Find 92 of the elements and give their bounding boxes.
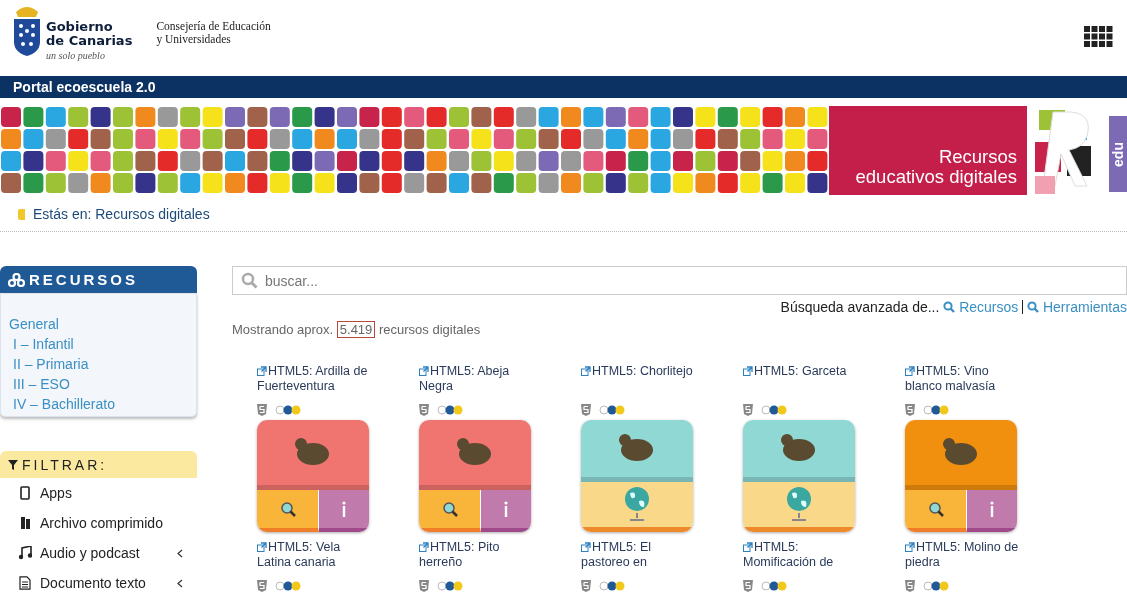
filter-item[interactable]: Documento texto (0, 568, 197, 592)
separator-bar (1022, 300, 1024, 314)
globe-icon (784, 485, 814, 523)
level-dots-icon (761, 580, 787, 591)
resource-link[interactable]: HTML5: Pito herreño (419, 539, 535, 570)
magnifier-icon (279, 500, 296, 517)
search-icon (1027, 301, 1040, 313)
external-link-icon (905, 366, 915, 377)
magnifier-tile[interactable] (257, 489, 319, 532)
apps-menu-icon[interactable] (1084, 26, 1113, 47)
globe-icon (622, 485, 652, 523)
external-link-icon (257, 366, 267, 377)
info-icon (503, 500, 509, 517)
filter-label: Apps (40, 483, 73, 503)
search-field[interactable]: buscar... (232, 266, 1127, 295)
filter-item[interactable]: Apps (0, 478, 197, 508)
resource-link[interactable]: HTML5: El pastoreo en (581, 539, 697, 570)
level-dots-icon (761, 404, 787, 415)
panel-title: RECURSOS (29, 269, 138, 290)
resource-link[interactable]: HTML5: Chorlitejo (581, 363, 697, 379)
html5-icon (257, 579, 267, 592)
level-dots-icon (599, 580, 625, 591)
department-name: Consejería de Educación y Universidades (156, 20, 271, 46)
magnifier-tile[interactable] (419, 489, 481, 532)
resource-link[interactable]: HTML5: Momificación de (743, 539, 859, 570)
external-link-icon (419, 542, 429, 553)
html5-icon (581, 403, 591, 416)
phone-icon (18, 486, 32, 500)
html5-icon (905, 579, 915, 592)
level-dots-icon (923, 404, 949, 415)
logo-text: edu (1109, 116, 1127, 192)
external-link-icon (743, 366, 753, 377)
html5-icon (743, 579, 753, 592)
resource-link[interactable]: HTML5: Abeja Negra (419, 363, 535, 394)
html5-icon (581, 579, 591, 592)
filter-label: Archivo comprimido (40, 513, 164, 533)
html5-icon (419, 403, 429, 416)
bullet-icon (18, 209, 25, 220)
html5-icon (905, 403, 915, 416)
resource-link[interactable]: HTML5: Vino blanco malvasía (905, 363, 1021, 394)
resource-link[interactable]: HTML5: Garceta (743, 363, 859, 379)
slogan: un solo pueblo (46, 49, 106, 63)
level-dots-icon (275, 404, 301, 415)
results-text: Mostrando aprox. (232, 322, 334, 337)
chevron-icon[interactable] (177, 548, 183, 558)
info-icon (989, 500, 995, 517)
banner-title: Recursos educativos digitales (829, 106, 1027, 195)
chevron-icon[interactable] (177, 578, 183, 588)
level-dots-icon (437, 580, 463, 591)
boxes-icon (8, 272, 25, 287)
coat-of-arms-icon (12, 4, 42, 56)
filter-icon (8, 459, 18, 470)
level-dots-icon (437, 404, 463, 415)
info-tile[interactable] (481, 489, 531, 532)
search-link[interactable]: Recursos (959, 299, 1019, 315)
document-icon (18, 576, 32, 590)
html5-icon (419, 579, 429, 592)
info-tile[interactable] (319, 489, 369, 532)
filter-label: Documento texto (40, 573, 147, 592)
external-link-icon (581, 366, 591, 377)
info-icon (341, 500, 347, 517)
level-dots-icon (275, 580, 301, 591)
resource-link[interactable]: HTML5: Ardilla de Fuerteventura (257, 363, 373, 394)
html5-icon (743, 403, 753, 416)
archive-icon (18, 516, 32, 530)
external-link-icon (581, 542, 591, 553)
filter-item[interactable]: Audio y podcast (0, 538, 197, 568)
portal-title: Portal ecoescuela 2.0 (0, 76, 1127, 98)
external-link-icon (905, 542, 915, 553)
results-text: recursos digitales (378, 322, 481, 337)
search-link[interactable]: Herramientas (1042, 299, 1127, 315)
logo-title: Gobierno de Canarias (46, 20, 133, 48)
html5-icon (257, 403, 267, 416)
external-link-icon (257, 542, 267, 553)
breadcrumb: Estás en: Recursos digitales (33, 205, 210, 224)
level-dots-icon (923, 580, 949, 591)
advanced-search-label: Búsqueda avanzada de... (780, 299, 940, 315)
info-tile[interactable] (967, 489, 1017, 532)
resource-link[interactable]: HTML5: Molino de piedra (905, 539, 1021, 570)
magnifier-icon (441, 500, 458, 517)
external-link-icon (419, 366, 429, 377)
filter-item[interactable]: Archivo comprimido (0, 508, 197, 538)
level-dots-icon (599, 404, 625, 415)
magnifier-icon (927, 500, 944, 517)
external-link-icon (743, 542, 753, 553)
music-note-icon (18, 546, 32, 560)
search-icon (943, 301, 956, 313)
resource-link[interactable]: HTML5: Vela Latina canaria (257, 539, 373, 570)
panel-title: FILTRAR: (22, 455, 108, 475)
magnifier-tile[interactable] (905, 489, 967, 532)
results-count: 5.419 (336, 321, 376, 338)
filter-label: Audio y podcast (40, 543, 141, 563)
